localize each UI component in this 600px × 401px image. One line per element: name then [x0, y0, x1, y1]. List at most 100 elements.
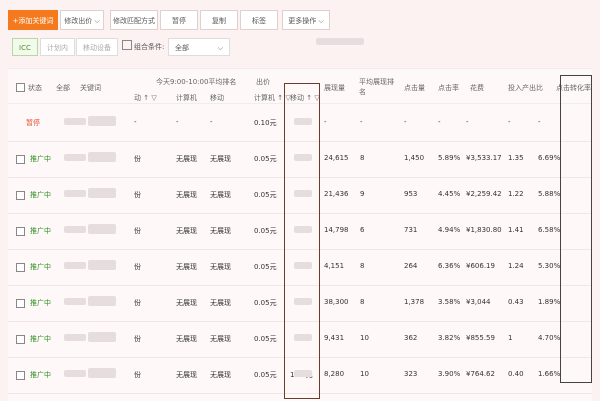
bid-pc-cell[interactable]: 0.05元 — [254, 190, 277, 200]
tab-mobile[interactable]: 移动设备 — [76, 38, 118, 56]
blurred-id — [64, 118, 86, 125]
chevron-down-icon: ⌵ — [217, 44, 223, 52]
keyword-text[interactable] — [88, 368, 116, 378]
rank-pc-cell: 无展现 — [176, 227, 197, 235]
row-checkbox[interactable] — [16, 335, 25, 344]
header-rank-mobile-left[interactable]: 动 ↑ ▽ — [134, 93, 157, 103]
filter-bar: ICC 计划内 移动设备 组合条件: 全部 ⌵ — [0, 38, 600, 60]
row-checkbox[interactable] — [16, 227, 25, 236]
avg-rank-cell: 10 — [360, 334, 369, 342]
conv-cell: 4.70% — [538, 334, 561, 342]
avg-rank-cell: 10 — [360, 370, 369, 378]
header-roi[interactable]: 投入产出比 — [508, 83, 543, 93]
ctr-cell: 5.89% — [438, 154, 461, 162]
tag-button[interactable]: 标签 — [240, 10, 278, 30]
chevron-down-icon: ⌵ — [316, 17, 324, 25]
clicks-cell: 1,378 — [404, 298, 425, 306]
header-rank-group: 今天9:00-10:00平均排名 — [156, 78, 237, 86]
modify-match-button[interactable]: 修改匹配方式 — [110, 10, 158, 30]
add-keyword-button[interactable]: +添加关键词 — [8, 10, 58, 30]
filter-icon[interactable] — [122, 40, 132, 50]
clicks-cell: - — [404, 118, 407, 126]
impressions-cell: - — [324, 118, 327, 126]
status-text: 推广中 — [30, 191, 51, 199]
bid-pc-cell[interactable]: 0.05元 — [254, 370, 277, 380]
header-status[interactable]: 状态 — [28, 83, 42, 93]
modify-bid-dropdown[interactable]: 修改出价 ⌵ — [60, 10, 104, 30]
rank-mobile-cell: 无展现 — [210, 371, 231, 379]
header-rank-pc: 计算机 — [176, 94, 197, 102]
rank-mobile-cell: 无展现 — [210, 299, 231, 307]
rank-mobile-left-cell: 份 — [134, 263, 141, 271]
bid-pc-cell[interactable]: 0.10元 — [254, 118, 277, 128]
status-text: 推广中 — [30, 299, 51, 307]
cost-cell: ¥606.19 — [466, 262, 495, 270]
rank-mobile-left-cell: 份 — [134, 155, 141, 163]
more-actions-dropdown[interactable]: 更多操作 ⌵ — [282, 10, 330, 30]
bid-pc-cell[interactable]: 0.05元 — [254, 154, 277, 164]
cost-cell: ¥764.62 — [466, 370, 495, 378]
header-ctr[interactable]: 点击率 — [438, 83, 459, 93]
row-checkbox[interactable] — [16, 371, 25, 380]
header-bid-group: 出价 — [256, 78, 270, 86]
bid-pc-cell[interactable]: 0.05元 — [254, 262, 277, 272]
pause-button[interactable]: 暂停 — [160, 10, 198, 30]
keyword-text[interactable] — [88, 116, 116, 126]
chevron-down-icon: ⌵ — [92, 17, 100, 25]
roi-cell: 0.43 — [508, 298, 524, 306]
cost-cell: ¥855.59 — [466, 334, 495, 342]
tab-in-plan[interactable]: 计划内 — [40, 38, 75, 56]
header-clicks[interactable]: 点击量 — [404, 83, 425, 93]
ctr-cell: - — [438, 118, 441, 126]
header-keyword[interactable]: 关键词 — [80, 83, 101, 93]
cost-cell: - — [466, 118, 469, 126]
ctr-cell: 3.90% — [438, 370, 461, 378]
bid-pc-cell[interactable]: 0.05元 — [254, 298, 277, 308]
conv-cell: 6.58% — [538, 226, 561, 234]
rank-pc-cell: 无展现 — [176, 371, 197, 379]
keyword-text[interactable] — [88, 224, 116, 234]
row-checkbox[interactable] — [16, 191, 25, 200]
toolbar: +添加关键词 修改出价 ⌵ 修改匹配方式 暂停 复制 标签 更多操作 ⌵ — [0, 10, 600, 32]
tab-icc[interactable]: ICC — [12, 38, 38, 56]
impressions-cell: 4,151 — [324, 262, 345, 270]
modify-bid-label: 修改出价 — [64, 17, 93, 25]
rank-pc-cell: 无展现 — [176, 335, 197, 343]
cost-cell: ¥2,259.42 — [466, 190, 502, 198]
header-avg-rank[interactable]: 平均展现排名 — [359, 77, 399, 97]
condition-select[interactable]: 全部 ⌵ — [168, 38, 230, 56]
row-checkbox[interactable] — [16, 263, 25, 272]
copy-button[interactable]: 复制 — [200, 10, 238, 30]
keyword-text[interactable] — [88, 260, 116, 270]
rank-pc-cell: 无展现 — [176, 155, 197, 163]
blurred-id — [64, 226, 86, 233]
status-text: 暂停 — [26, 119, 40, 127]
roi-cell: 1 — [508, 334, 513, 342]
clicks-cell: 1,450 — [404, 154, 425, 162]
impressions-cell: 9,431 — [324, 334, 345, 342]
header-impressions[interactable]: 展现量 — [324, 83, 345, 93]
conv-cell: 6.69% — [538, 154, 561, 162]
status-text: 推广中 — [30, 155, 51, 163]
row-checkbox[interactable] — [16, 299, 25, 308]
status-text: 推广中 — [30, 227, 51, 235]
keyword-text[interactable] — [88, 332, 116, 342]
condition-label: 组合条件: — [134, 43, 165, 51]
bid-pc-cell[interactable]: 0.05元 — [254, 226, 277, 236]
select-all-checkbox[interactable] — [16, 83, 25, 92]
row-checkbox[interactable] — [16, 155, 25, 164]
rank-pc-cell: 无展现 — [176, 191, 197, 199]
status-text: 推广中 — [30, 335, 51, 343]
condition-value: 全部 — [175, 44, 189, 52]
keyword-text[interactable] — [88, 296, 116, 306]
header-all[interactable]: 全部 — [56, 83, 70, 93]
keyword-text[interactable] — [88, 188, 116, 198]
keyword-text[interactable] — [88, 152, 116, 162]
bid-pc-cell[interactable]: 0.05元 — [254, 334, 277, 344]
header-cost[interactable]: 花费 — [470, 83, 484, 93]
rank-pc-cell: 无展现 — [176, 263, 197, 271]
cost-cell: ¥3,533.17 — [466, 154, 502, 162]
avg-rank-cell: 8 — [360, 154, 365, 162]
impressions-cell: 21,436 — [324, 190, 349, 198]
conv-cell: 1.89% — [538, 298, 561, 306]
